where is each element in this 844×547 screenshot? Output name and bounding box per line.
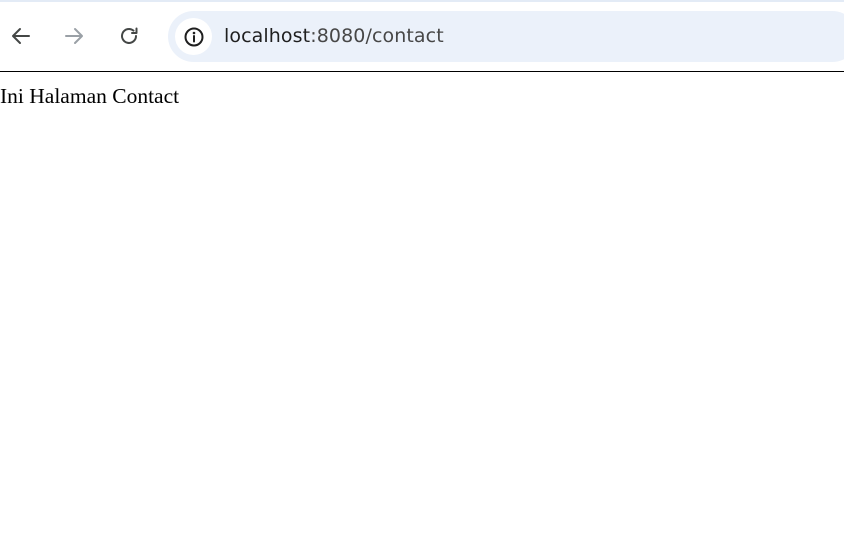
- url-host: localhost: [224, 25, 311, 47]
- url-path: :8080/contact: [310, 25, 444, 47]
- address-bar[interactable]: localhost:8080/contact: [168, 11, 844, 62]
- reload-icon: [121, 27, 138, 44]
- page-body-text: Ini Halaman Contact: [0, 84, 180, 108]
- page-content: Ini Halaman Contact: [0, 72, 844, 547]
- site-info-button[interactable]: [175, 18, 212, 55]
- reload-button[interactable]: [115, 22, 143, 50]
- back-button[interactable]: [7, 22, 35, 50]
- info-icon: [184, 27, 203, 46]
- forward-button[interactable]: [60, 22, 88, 50]
- browser-toolbar: localhost:8080/contact: [0, 0, 844, 71]
- arrow-left-icon: [12, 28, 30, 44]
- arrow-right-icon: [65, 28, 83, 44]
- url-text[interactable]: localhost:8080/contact: [224, 11, 444, 62]
